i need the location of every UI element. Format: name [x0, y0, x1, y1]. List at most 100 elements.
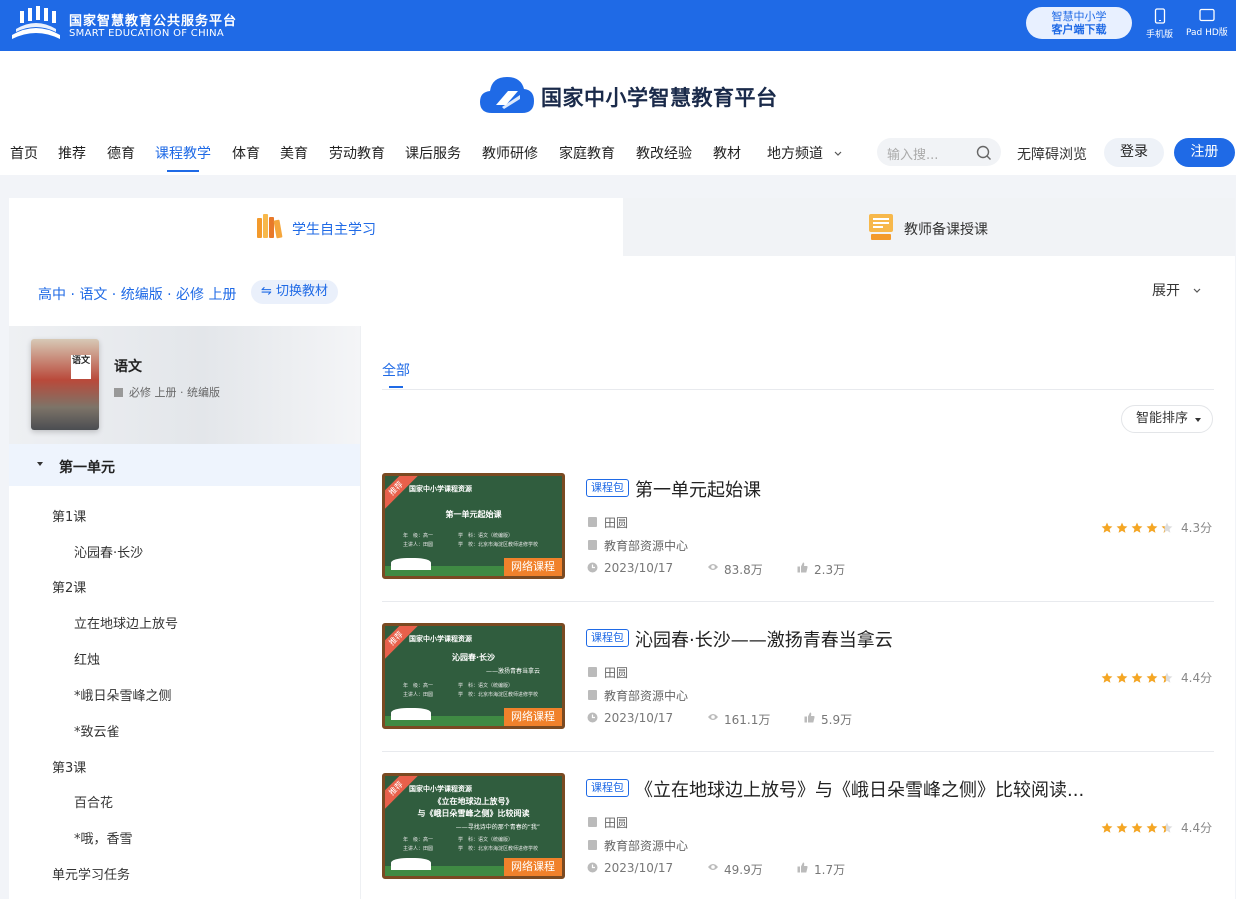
platform-logo-icon — [12, 6, 60, 39]
nav-family[interactable]: 家庭教育 — [559, 143, 615, 163]
nav-reform[interactable]: 教改经验 — [636, 143, 692, 163]
thumb-header: 国家中小学课程资源 — [409, 635, 472, 643]
nav-local-channel[interactable]: 地方频道 — [767, 143, 843, 163]
course-org: 教育部资源中心 — [604, 689, 689, 703]
course-rating-text: 4.4分 — [1181, 671, 1213, 685]
nav-recommend[interactable]: 推荐 — [58, 143, 86, 163]
star-rating-icon — [1101, 822, 1175, 837]
brand-name-en: SMART EDUCATION OF CHINA — [69, 28, 225, 39]
course-title[interactable]: 第一单元起始课 — [635, 476, 761, 502]
toc-item-hongzhu[interactable]: 红烛 — [74, 649, 100, 668]
star-rating-icon — [1101, 522, 1175, 537]
top-bar: 国家智慧教育公共服务平台 SMART EDUCATION OF CHINA 智慧… — [0, 0, 1236, 51]
chevron-down-icon — [835, 151, 842, 156]
org-icon — [588, 840, 597, 850]
toc-item-xiangxue[interactable]: *哦，香雪 — [74, 828, 133, 847]
login-button[interactable]: 登录 — [1104, 138, 1164, 167]
nav-teacher-training[interactable]: 教师研修 — [482, 143, 538, 163]
course-list-panel: 全部 智能排序 国家中小学课程资源 第一单元起始课 年 级：高一 学 科：语文（… — [382, 326, 1214, 899]
thumb-subtitle: ——激扬青春当拿云 — [485, 668, 540, 675]
main-card: 学生自主学习 教师备课授课 高中 · 语文 · 统编版 · 必修 上册 ⇋ 切换… — [9, 198, 1235, 899]
textbook-breadcrumb[interactable]: 高中 · 语文 · 统编版 · 必修 上册 — [38, 284, 237, 304]
thumb-header: 国家中小学课程资源 — [409, 485, 472, 493]
toc-unit-tasks[interactable]: 单元学习任务 — [52, 864, 130, 883]
nav-labor[interactable]: 劳动教育 — [329, 143, 385, 163]
expand-toggle[interactable]: 展开 — [1152, 280, 1202, 300]
eye-icon — [708, 714, 718, 720]
nav-local-channel-label: 地方频道 — [767, 146, 823, 162]
tab-student-learning[interactable]: 学生自主学习 — [9, 198, 623, 256]
nav-after-school[interactable]: 课后服务 — [405, 143, 461, 163]
course-views: 83.8万 — [708, 561, 763, 578]
toc-item-qinyuanchun[interactable]: 沁园春·长沙 — [74, 542, 143, 561]
books-icon — [257, 214, 283, 239]
textbook-meta: 必修 上册 · 统编版 — [114, 384, 220, 400]
thumb-meta: 年 级：高一 学 科：语文（统编版） 主讲人：田圆 学 校：北京市海淀区教师进修… — [403, 683, 539, 698]
course-views-text: 49.9万 — [724, 863, 763, 877]
online-course-badge: 网络课程 — [504, 858, 562, 876]
register-button[interactable]: 注册 — [1174, 138, 1235, 167]
switch-textbook-button[interactable]: ⇋ 切换教材 — [251, 280, 338, 304]
download-line-2: 客户端下载 — [1051, 23, 1107, 36]
course-likes: 1.7万 — [797, 861, 846, 878]
search-box[interactable]: 输入搜... — [877, 138, 1001, 166]
chevron-down-icon — [1194, 288, 1201, 293]
teacher-icon — [588, 517, 597, 527]
course-views-text: 83.8万 — [724, 563, 763, 577]
course-date: 2023/10/17 — [587, 561, 673, 575]
toc-lesson-2[interactable]: 第2课 — [52, 577, 86, 596]
course-teacher: 田圆 — [604, 516, 629, 530]
tab-teacher-label: 教师备课授课 — [904, 222, 988, 238]
toc-item-lizai[interactable]: 立在地球边上放号 — [74, 613, 178, 632]
accessible-browse-link[interactable]: 无障碍浏览 — [1017, 144, 1087, 164]
search-icon[interactable] — [976, 145, 992, 161]
course-thumbnail[interactable]: 国家中小学课程资源 《立在地球边上放号》 与《峨日朵雪峰之侧》比较阅读 ——寻找… — [382, 773, 565, 879]
course-likes: 5.9万 — [804, 711, 852, 728]
tab-teacher-prep[interactable]: 教师备课授课 — [623, 198, 1235, 256]
search-input[interactable]: 输入搜... — [887, 144, 938, 163]
pad-version-link[interactable]: Pad HD版 — [1186, 8, 1228, 38]
toc-lesson-1[interactable]: 第1课 — [52, 506, 86, 525]
nav-sports[interactable]: 体育 — [232, 143, 260, 163]
filter-all-tab[interactable]: 全部 — [382, 360, 410, 388]
course-date: 2023/10/17 — [587, 711, 673, 725]
course-card[interactable]: 国家中小学课程资源 《立在地球边上放号》 与《峨日朵雪峰之侧》比较阅读 ——寻找… — [382, 773, 1214, 899]
sort-label: 智能排序 — [1136, 411, 1189, 426]
course-likes-text: 2.3万 — [814, 563, 846, 577]
toc-item-baihehua[interactable]: 百合花 — [74, 792, 113, 811]
sort-dropdown[interactable]: 智能排序 — [1121, 405, 1213, 433]
cover-title: 语文 — [71, 355, 91, 379]
course-date: 2023/10/17 — [587, 861, 674, 875]
nav-moral[interactable]: 德育 — [107, 143, 135, 163]
filter-divider — [382, 389, 1214, 390]
nav-home[interactable]: 首页 — [10, 143, 38, 163]
caret-down-icon — [37, 462, 43, 466]
mobile-version-link[interactable]: 手机版 — [1146, 8, 1173, 40]
org-icon — [588, 540, 597, 550]
toc-lesson-3[interactable]: 第3课 — [52, 757, 86, 776]
open-book-icon — [391, 558, 431, 570]
course-title[interactable]: 《立在地球边上放号》与《峨日朵雪峰之侧》比较阅读... — [635, 776, 1084, 802]
course-thumbnail[interactable]: 国家中小学课程资源 沁园春·长沙 ——激扬青春当拿云 年 级：高一 学 科：语文… — [382, 623, 565, 729]
course-card[interactable]: 国家中小学课程资源 沁园春·长沙 ——激扬青春当拿云 年 级：高一 学 科：语文… — [382, 623, 1214, 773]
textbook-meta-text: 必修 上册 · 统编版 — [129, 386, 220, 399]
toc-item-zhiyunque[interactable]: *致云雀 — [74, 721, 120, 740]
course-thumbnail[interactable]: 国家中小学课程资源 第一单元起始课 年 级：高一 学 科：语文（统编版） 主讲人… — [382, 473, 565, 579]
clock-icon — [587, 562, 598, 573]
book-small-icon — [114, 388, 123, 397]
teacher-icon — [588, 817, 597, 827]
course-package-tag: 课程包 — [586, 629, 629, 647]
nav-textbook[interactable]: 教材 — [713, 143, 741, 163]
course-date-text: 2023/10/17 — [604, 861, 674, 875]
course-title[interactable]: 沁园春·长沙——激扬青春当拿云 — [635, 626, 893, 652]
course-card[interactable]: 国家中小学课程资源 第一单元起始课 年 级：高一 学 科：语文（统编版） 主讲人… — [382, 473, 1214, 623]
thumbs-up-icon — [797, 862, 808, 873]
course-org: 教育部资源中心 — [604, 839, 689, 853]
toc-item-eriduo[interactable]: *峨日朵雪峰之侧 — [74, 685, 172, 704]
client-download-button[interactable]: 智慧中小学 客户端下载 — [1026, 7, 1132, 39]
toc-unit-1[interactable]: 第一单元 — [9, 444, 360, 486]
nav-course-teaching[interactable]: 课程教学 — [155, 143, 211, 172]
thumb-subtitle: ——寻找诗中的那个青春的“我” — [455, 824, 540, 831]
course-likes-text: 1.7万 — [814, 863, 846, 877]
nav-arts[interactable]: 美育 — [280, 143, 308, 163]
